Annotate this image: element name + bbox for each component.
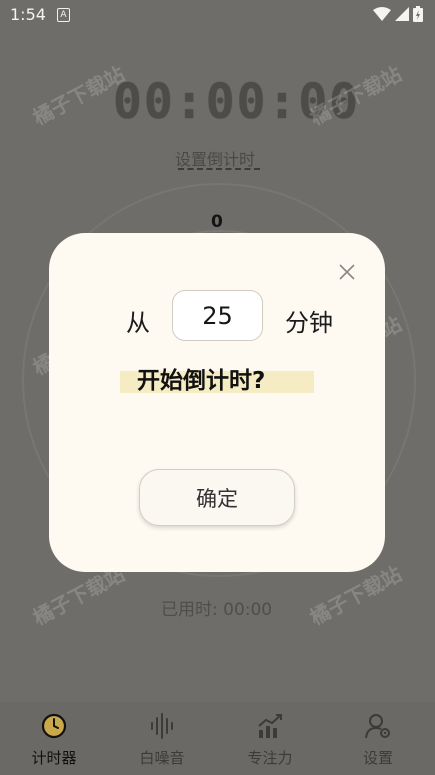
minutes-input[interactable]: 25: [172, 290, 263, 341]
timer-display: 00:00:00: [113, 74, 361, 130]
nav-label-timer: 计时器: [31, 749, 77, 767]
nav-item-focus[interactable]: 专注力: [216, 702, 324, 775]
set-countdown-link[interactable]: 设置倒计时: [175, 146, 255, 170]
status-bar: 1:54 A: [0, 0, 435, 30]
user-gear-icon: [365, 714, 390, 739]
from-label: 从: [126, 309, 150, 337]
status-icons: [373, 6, 423, 22]
nav-item-settings[interactable]: 设置: [324, 702, 432, 775]
confirm-button[interactable]: 确定: [139, 469, 295, 526]
countdown-dialog: 从 25 分钟 开始倒计时? 确定: [49, 233, 385, 572]
nav-label-focus: 专注力: [247, 749, 293, 767]
nav-label-white-noise: 白噪音: [139, 749, 185, 767]
set-countdown-underline: [178, 168, 260, 170]
bottom-nav: 计时器 白噪音 专注力 设置: [0, 702, 435, 775]
trend-chart-icon: [258, 714, 282, 738]
nav-item-white-noise[interactable]: 白噪音: [108, 702, 216, 775]
close-icon[interactable]: [337, 262, 357, 282]
nav-item-timer[interactable]: 计时器: [0, 702, 108, 775]
clock-icon: [41, 713, 67, 739]
cell-signal-icon: [395, 7, 409, 21]
elapsed-time: 已用时: 00:00: [161, 600, 273, 620]
sound-wave-icon: [151, 713, 173, 739]
battery-icon: [413, 6, 423, 22]
nav-label-settings: 设置: [362, 749, 393, 767]
wifi-icon: [373, 7, 391, 21]
start-countdown-question: 开始倒计时?: [137, 368, 266, 394]
ring-count: 0: [211, 212, 223, 232]
minutes-unit-label: 分钟: [285, 309, 333, 337]
accessibility-badge-icon: A: [57, 8, 70, 22]
status-time: 1:54: [10, 5, 46, 24]
